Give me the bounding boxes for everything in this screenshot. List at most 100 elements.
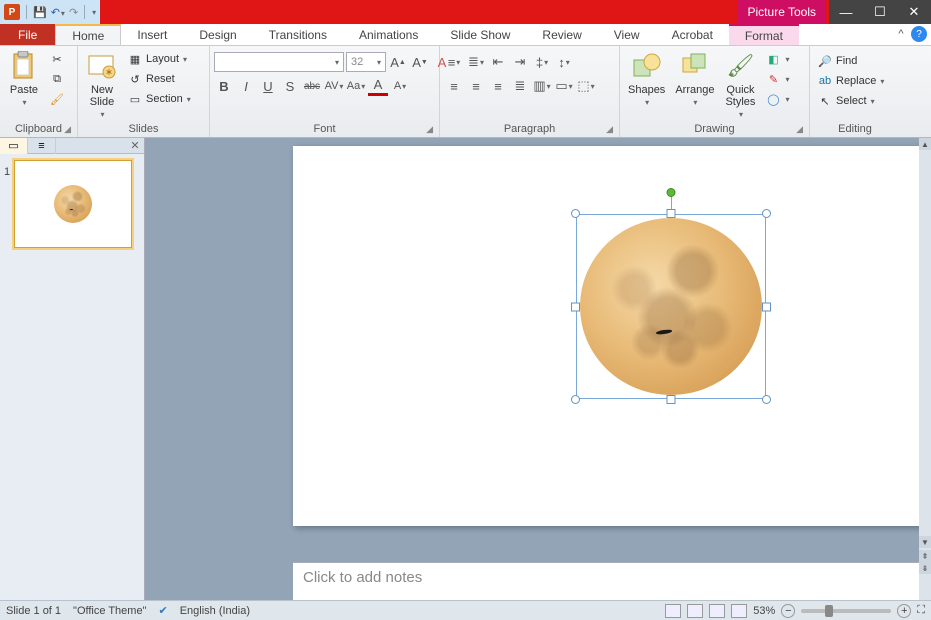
theme-indicator: "Office Theme" xyxy=(73,605,146,617)
tab-animations[interactable]: Animations xyxy=(343,24,434,45)
normal-view-button[interactable] xyxy=(665,604,681,618)
outline-tab-icon[interactable]: ≡ xyxy=(28,138,56,154)
zoom-thumb[interactable] xyxy=(825,605,833,617)
layout-button[interactable]: ▦Layout▾ xyxy=(124,50,194,68)
reset-button[interactable]: ↺Reset xyxy=(124,70,194,88)
undo-icon[interactable]: ↶▾ xyxy=(51,6,65,19)
next-slide-icon[interactable]: ⇟ xyxy=(919,562,931,574)
align-center-button[interactable]: ≡ xyxy=(466,76,486,96)
resize-handle-w[interactable] xyxy=(571,302,580,311)
decrease-indent-button[interactable]: ⇤ xyxy=(488,52,508,72)
app-icon[interactable]: P xyxy=(4,4,20,20)
slides-tab-icon[interactable]: ▭ xyxy=(0,138,28,154)
slide-thumbnail[interactable]: 1 xyxy=(4,160,140,248)
save-icon[interactable]: 💾 xyxy=(33,6,47,19)
align-text-button[interactable]: ▭▾ xyxy=(554,76,574,96)
highlight-button[interactable]: A▾ xyxy=(390,76,410,96)
resize-handle-se[interactable] xyxy=(762,395,771,404)
align-left-button[interactable]: ≡ xyxy=(444,76,464,96)
align-right-button[interactable]: ≡ xyxy=(488,76,508,96)
zoom-in-button[interactable]: + xyxy=(897,604,911,618)
columns-button[interactable]: ▥▾ xyxy=(532,76,552,96)
tab-format[interactable]: Format xyxy=(729,24,799,45)
zoom-level[interactable]: 53% xyxy=(753,605,775,617)
new-slide-button[interactable]: ✶ New Slide▾ xyxy=(82,48,122,121)
shadow-button[interactable]: S xyxy=(280,76,300,96)
cut-button[interactable]: ✂ xyxy=(46,50,68,68)
format-painter-button[interactable]: 🖌 xyxy=(46,90,68,108)
rotation-handle[interactable] xyxy=(667,188,676,197)
smartart-button[interactable]: ⬚▾ xyxy=(576,76,596,96)
numbering-button[interactable]: ≣▾ xyxy=(466,52,486,72)
copy-button[interactable]: ⧉ xyxy=(46,70,68,88)
scroll-down-icon[interactable]: ▼ xyxy=(919,536,931,548)
zoom-out-button[interactable]: − xyxy=(781,604,795,618)
shrink-font-button[interactable]: A▼ xyxy=(410,52,430,72)
text-direction-button[interactable]: ↕▾ xyxy=(554,52,574,72)
tab-acrobat[interactable]: Acrobat xyxy=(656,24,729,45)
zoom-slider[interactable] xyxy=(801,609,891,613)
minimize-ribbon-icon[interactable]: ^ xyxy=(893,26,909,42)
quick-styles-button[interactable]: 🖌 Quick Styles▾ xyxy=(720,48,760,121)
bullets-button[interactable]: ≡▾ xyxy=(444,52,464,72)
selected-picture[interactable] xyxy=(576,214,766,399)
resize-handle-e[interactable] xyxy=(762,302,771,311)
redo-icon[interactable]: ↷ xyxy=(69,6,78,19)
shape-fill-button[interactable]: ◧▾ xyxy=(762,50,792,68)
language-indicator[interactable]: English (India) xyxy=(180,605,250,617)
slide[interactable] xyxy=(293,146,931,526)
slideshow-view-button[interactable] xyxy=(731,604,747,618)
fit-window-button[interactable]: ⛶ xyxy=(917,604,925,617)
paste-button[interactable]: Paste▾ xyxy=(4,48,44,110)
font-family-combo[interactable]: ▾ xyxy=(214,52,344,72)
tab-home[interactable]: Home xyxy=(55,24,121,45)
italic-button[interactable]: I xyxy=(236,76,256,96)
resize-handle-ne[interactable] xyxy=(762,209,771,218)
line-spacing-button[interactable]: ‡▾ xyxy=(532,52,552,72)
minimize-button[interactable]: — xyxy=(829,0,863,24)
tab-design[interactable]: Design xyxy=(183,24,252,45)
resize-handle-n[interactable] xyxy=(667,209,676,218)
change-case-button[interactable]: Aa▾ xyxy=(346,76,366,96)
replace-button[interactable]: abReplace▾ xyxy=(814,72,887,90)
tab-transitions[interactable]: Transitions xyxy=(253,24,343,45)
justify-button[interactable]: ≣ xyxy=(510,76,530,96)
underline-button[interactable]: U xyxy=(258,76,278,96)
shape-effects-button[interactable]: ◯▾ xyxy=(762,90,792,108)
file-tab[interactable]: File xyxy=(0,24,55,45)
bold-button[interactable]: B xyxy=(214,76,234,96)
font-size-combo[interactable]: 32▾ xyxy=(346,52,386,72)
section-icon: ▭ xyxy=(127,91,143,107)
resize-handle-s[interactable] xyxy=(667,395,676,404)
arrange-button[interactable]: Arrange▾ xyxy=(671,48,718,110)
find-button[interactable]: 🔎Find xyxy=(814,52,887,70)
resize-handle-sw[interactable] xyxy=(571,395,580,404)
char-spacing-button[interactable]: AV▾ xyxy=(324,76,344,96)
sorter-view-button[interactable] xyxy=(687,604,703,618)
shapes-button[interactable]: Shapes▾ xyxy=(624,48,669,110)
shape-outline-button[interactable]: ✎▾ xyxy=(762,70,792,88)
slide-canvas[interactable]: Click to add notes ▲ ▼ ⇞ ⇟ xyxy=(145,138,931,600)
select-button[interactable]: ↖Select▾ xyxy=(814,92,887,110)
maximize-button[interactable]: ☐ xyxy=(863,0,897,24)
strike-button[interactable]: abc xyxy=(302,76,322,96)
section-button[interactable]: ▭Section▾ xyxy=(124,90,194,108)
tab-insert[interactable]: Insert xyxy=(121,24,183,45)
qat-customize-icon[interactable]: ▾ xyxy=(92,8,96,17)
tab-slideshow[interactable]: Slide Show xyxy=(434,24,526,45)
increase-indent-button[interactable]: ⇥ xyxy=(510,52,530,72)
reading-view-button[interactable] xyxy=(709,604,725,618)
resize-handle-nw[interactable] xyxy=(571,209,580,218)
close-panel-button[interactable]: ✕ xyxy=(126,139,144,152)
tab-view[interactable]: View xyxy=(598,24,656,45)
grow-font-button[interactable]: A▲ xyxy=(388,52,408,72)
prev-slide-icon[interactable]: ⇞ xyxy=(919,550,931,562)
spellcheck-icon[interactable]: ✔ xyxy=(158,604,167,617)
close-button[interactable]: ✕ xyxy=(897,0,931,24)
notes-pane[interactable]: Click to add notes xyxy=(293,562,919,600)
vertical-scrollbar[interactable]: ▲ ▼ ⇞ ⇟ xyxy=(919,138,931,600)
scroll-up-icon[interactable]: ▲ xyxy=(919,138,931,150)
tab-review[interactable]: Review xyxy=(526,24,597,45)
font-color-button[interactable]: A xyxy=(368,76,388,96)
help-icon[interactable]: ? xyxy=(911,26,927,42)
